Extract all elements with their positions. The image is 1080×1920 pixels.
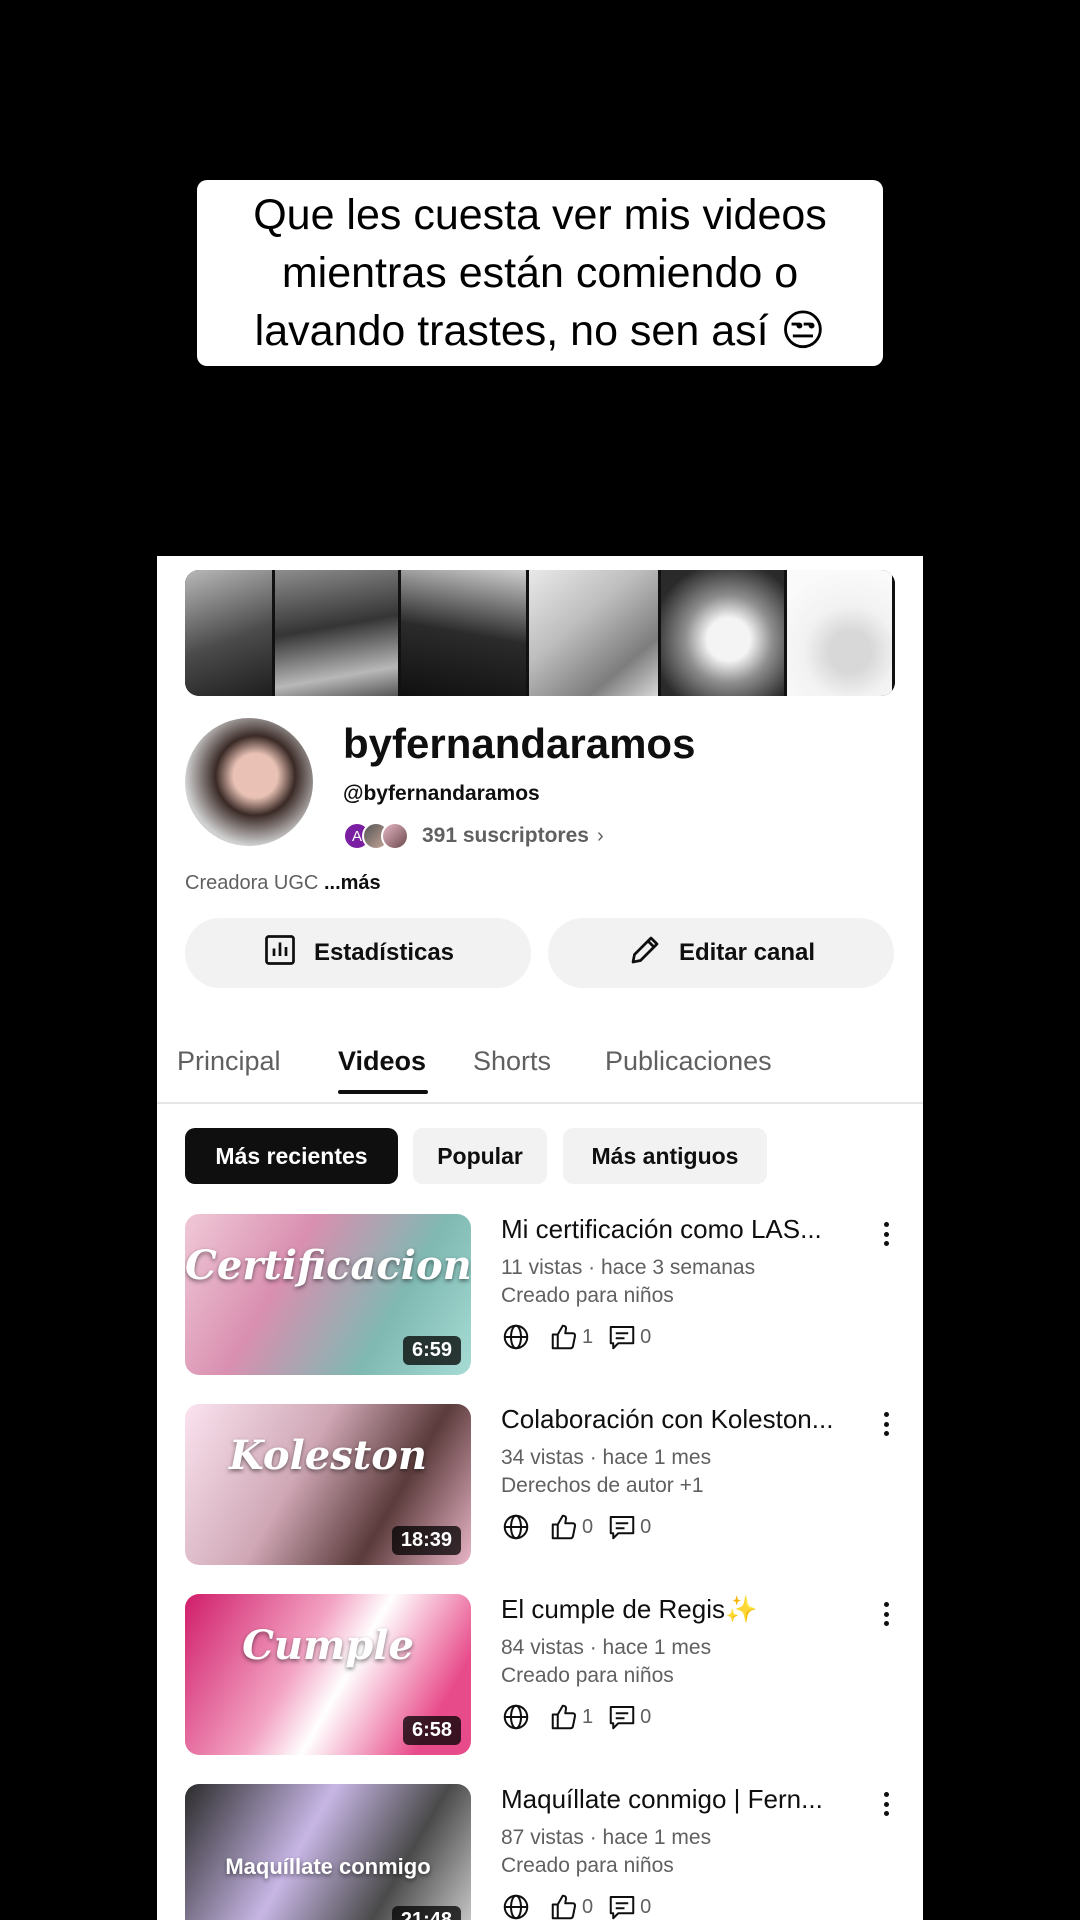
video-item[interactable]: Cumple 6:58 El cumple de Regis✨ 84 vista… (185, 1594, 901, 1756)
video-audience: Creado para niños (501, 1284, 674, 1307)
channel-name: byfernandaramos (343, 720, 696, 767)
video-meta: 87 vistas · hace 1 mes (501, 1826, 712, 1849)
thumbs-up-icon (549, 1892, 579, 1920)
comment-count: 0 (640, 1515, 652, 1538)
video-stats: 0 0 (501, 1510, 665, 1544)
tab-publicaciones[interactable]: Publicaciones (605, 1046, 772, 1077)
comment-icon (607, 1322, 637, 1352)
chevron-right-icon: › (596, 824, 604, 847)
video-thumbnail[interactable]: Certificacion 6:59 (185, 1214, 471, 1375)
active-tab-indicator (338, 1090, 428, 1094)
globe-icon (501, 1322, 531, 1352)
banner-photo (401, 570, 529, 696)
banner-photo (529, 570, 661, 696)
more-link[interactable]: ...más (324, 872, 381, 894)
banner-photo (661, 570, 787, 696)
video-thumbnail[interactable]: Koleston 18:39 (185, 1404, 471, 1565)
channel-description[interactable]: Creadora UGC ...más (185, 872, 381, 895)
video-duration: 18:39 (391, 1526, 461, 1555)
filter-chip-popular[interactable]: Popular (413, 1128, 547, 1184)
description-text: Creadora UGC (185, 872, 319, 894)
thumbs-up-icon (549, 1702, 579, 1732)
video-thumbnail[interactable]: Cumple 6:58 (185, 1594, 471, 1755)
thumbs-up-icon (549, 1512, 579, 1542)
channel-avatar[interactable] (185, 718, 313, 846)
tab-shorts[interactable]: Shorts (473, 1046, 551, 1077)
video-audience: Derechos de autor +1 (501, 1474, 704, 1497)
globe-icon (501, 1702, 531, 1732)
comment-count: 0 (640, 1325, 652, 1348)
like-count: 0 (582, 1895, 594, 1918)
thumbnail-title: Koleston (229, 1432, 427, 1479)
stats-button[interactable]: Estadísticas (185, 918, 531, 988)
more-vert-icon[interactable] (877, 1218, 895, 1250)
more-vert-icon[interactable] (877, 1788, 895, 1820)
channel-panel: byfernandaramos @byfernandaramos A 391 s… (157, 556, 923, 1920)
tab-videos[interactable]: Videos (338, 1046, 426, 1077)
video-duration: 6:59 (402, 1336, 461, 1365)
thumbnail-title: Maquíllate conmigo (225, 1854, 431, 1879)
tab-principal[interactable]: Principal (177, 1046, 281, 1077)
video-meta: 11 vistas · hace 3 semanas (501, 1256, 756, 1279)
video-stats: 0 0 (501, 1890, 665, 1920)
video-meta: 84 vistas · hace 1 mes (501, 1636, 712, 1659)
video-audience: Creado para niños (501, 1854, 674, 1877)
video-thumbnail[interactable]: Maquíllate conmigo 21:48 (185, 1784, 471, 1920)
video-stats: 1 0 (501, 1700, 665, 1734)
pencil-icon (627, 932, 663, 975)
video-item[interactable]: Maquíllate conmigo 21:48 Maquíllate conm… (185, 1784, 901, 1920)
comment-icon (607, 1702, 637, 1732)
video-title[interactable]: Maquíllate conmigo | Fern... (501, 1784, 861, 1815)
comment-icon (607, 1892, 637, 1920)
more-vert-icon[interactable] (877, 1598, 895, 1630)
subscriber-avatar (381, 822, 409, 850)
more-vert-icon[interactable] (877, 1408, 895, 1440)
comment-count: 0 (640, 1705, 652, 1728)
banner-photo (185, 570, 275, 696)
thumbnail-title: Certificacion (185, 1242, 471, 1289)
video-item[interactable]: Certificacion 6:59 Mi certificación como… (185, 1214, 901, 1376)
video-item[interactable]: Koleston 18:39 Colaboración con Koleston… (185, 1404, 901, 1566)
filter-chip-oldest[interactable]: Más antiguos (563, 1128, 767, 1184)
video-title[interactable]: Colaboración con Koleston... (501, 1404, 861, 1435)
caption-text: Que les cuesta ver mis videos mientras e… (253, 191, 827, 355)
filter-chip-recent[interactable]: Más recientes (185, 1128, 398, 1184)
like-count: 0 (582, 1515, 594, 1538)
globe-icon (501, 1892, 531, 1920)
like-count: 1 (582, 1325, 594, 1348)
edit-label: Editar canal (678, 939, 816, 966)
subscriber-count: 391 suscriptores (422, 824, 589, 847)
edit-channel-button[interactable]: Editar canal (548, 918, 894, 988)
thumbs-up-icon (549, 1322, 579, 1352)
comment-count: 0 (640, 1895, 652, 1918)
video-duration: 21:48 (391, 1906, 461, 1920)
video-stats: 1 0 (501, 1320, 665, 1354)
globe-icon (501, 1512, 531, 1542)
channel-tabs: Principal Videos Shorts Publicaciones (157, 1032, 923, 1104)
caption-overlay: Que les cuesta ver mis videos mientras e… (197, 180, 883, 366)
video-audience: Creado para niños (501, 1664, 674, 1687)
channel-banner (185, 570, 895, 696)
banner-photo (787, 570, 895, 696)
stats-label: Estadísticas (313, 939, 455, 966)
comment-icon (607, 1512, 637, 1542)
video-meta: 34 vistas · hace 1 mes (501, 1446, 712, 1469)
video-title[interactable]: Mi certificación como LAS... (501, 1214, 861, 1245)
subscribers-link[interactable]: A 391 suscriptores › (343, 820, 604, 852)
video-title[interactable]: El cumple de Regis✨ (501, 1594, 861, 1625)
channel-handle: @byfernandaramos (343, 782, 540, 805)
video-duration: 6:58 (402, 1716, 461, 1745)
thumbnail-title: Cumple (242, 1622, 414, 1669)
bar-chart-icon (262, 932, 298, 975)
like-count: 1 (582, 1705, 594, 1728)
banner-photo (275, 570, 401, 696)
